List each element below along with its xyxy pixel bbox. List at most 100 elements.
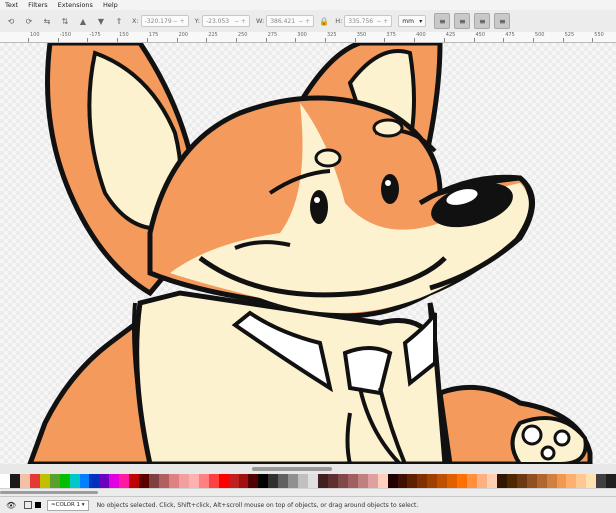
palette-swatch[interactable]: [99, 474, 110, 488]
palette-swatch[interactable]: [327, 474, 338, 488]
palette-swatch[interactable]: [198, 474, 209, 488]
palette-swatch[interactable]: [248, 474, 259, 488]
y-stepper-icon[interactable]: − +: [234, 18, 246, 25]
palette-swatch[interactable]: [69, 474, 80, 488]
palette-swatch[interactable]: [29, 474, 40, 488]
palette-swatch[interactable]: [447, 474, 458, 488]
palette-swatch[interactable]: [576, 474, 587, 488]
palette-scrollbar-thumb[interactable]: [0, 491, 98, 494]
menu-text[interactable]: Text: [0, 1, 23, 9]
h-input[interactable]: 335.756− +: [344, 15, 393, 27]
y-label: Y:: [194, 17, 200, 25]
horizontal-scrollbar[interactable]: [0, 464, 616, 474]
palette-swatch[interactable]: [318, 474, 328, 488]
palette-swatch[interactable]: [159, 474, 169, 488]
palette-swatch[interactable]: [427, 474, 438, 488]
palette-swatch[interactable]: [367, 474, 378, 488]
x-input[interactable]: -320.179− +: [140, 15, 189, 27]
stroke-indicator[interactable]: [35, 502, 41, 508]
w-input[interactable]: 386.421− +: [266, 15, 315, 27]
palette-swatch[interactable]: [298, 474, 309, 488]
palette-swatch[interactable]: [49, 474, 60, 488]
palette-swatch[interactable]: [566, 474, 577, 488]
palette-swatch[interactable]: [119, 474, 130, 488]
palette-swatch[interactable]: [516, 474, 527, 488]
h-stepper-icon[interactable]: − +: [376, 18, 388, 25]
y-input[interactable]: -23.053 − +: [201, 15, 250, 27]
flip-vertical-icon[interactable]: ⇅: [58, 14, 72, 28]
rotate-ccw-icon[interactable]: ⟲: [4, 14, 18, 28]
palette-swatch[interactable]: [149, 474, 159, 488]
palette-swatch[interactable]: [387, 474, 398, 488]
raise-top-icon[interactable]: ⇑: [112, 14, 126, 28]
palette-swatch[interactable]: [129, 474, 140, 488]
x-stepper-icon[interactable]: − +: [173, 18, 185, 25]
menu-help[interactable]: Help: [98, 1, 123, 9]
palette-swatch[interactable]: [556, 474, 567, 488]
palette-swatch[interactable]: [268, 474, 279, 488]
palette-swatch[interactable]: [586, 474, 597, 488]
lower-icon[interactable]: ▼: [94, 14, 108, 28]
palette-swatch[interactable]: [477, 474, 487, 488]
palette-swatch[interactable]: [347, 474, 358, 488]
eye-icon[interactable]: 👁: [6, 501, 20, 510]
palette-swatch[interactable]: [168, 474, 179, 488]
palette-swatch[interactable]: [218, 474, 229, 488]
palette-swatch[interactable]: [178, 474, 189, 488]
palette-swatch[interactable]: [397, 474, 408, 488]
palette-swatch[interactable]: [79, 474, 90, 488]
palette-swatch[interactable]: [238, 474, 249, 488]
palette-swatch[interactable]: [288, 474, 299, 488]
palette-swatch[interactable]: [139, 474, 150, 488]
menu-extensions[interactable]: Extensions: [53, 1, 98, 9]
palette-swatch[interactable]: [59, 474, 70, 488]
palette-swatch[interactable]: [377, 474, 388, 488]
scrollbar-thumb[interactable]: [252, 467, 332, 471]
palette-swatch[interactable]: [407, 474, 418, 488]
align-right-icon[interactable]: ≡: [474, 13, 491, 29]
lock-icon[interactable]: 🔒: [319, 15, 329, 27]
rotate-cw-icon[interactable]: ⟳: [22, 14, 36, 28]
menu-filters[interactable]: Filters: [23, 1, 52, 9]
palette-swatch[interactable]: [89, 474, 100, 488]
horizontal-ruler[interactable]: 100 -150 -175 150 175 200 225 250 275 300 325 350 37…: [0, 32, 616, 43]
align-justify-icon[interactable]: ≡: [494, 13, 511, 29]
palette-swatch[interactable]: [208, 474, 219, 488]
palette-swatch[interactable]: [19, 474, 30, 488]
palette-swatch[interactable]: [188, 474, 199, 488]
raise-icon[interactable]: ▲: [76, 14, 90, 28]
palette-swatch[interactable]: [417, 474, 428, 488]
corgi-illustration: [27, 43, 593, 464]
palette-swatch[interactable]: [258, 474, 269, 488]
x-value: -320.179: [144, 17, 172, 25]
unit-select[interactable]: mm ▾: [398, 15, 427, 27]
palette-swatch[interactable]: [596, 474, 607, 488]
palette-swatch[interactable]: [278, 474, 289, 488]
palette-swatch[interactable]: [228, 474, 239, 488]
palette-swatch[interactable]: [467, 474, 477, 488]
palette-swatch[interactable]: [496, 474, 507, 488]
palette-swatch[interactable]: [486, 474, 497, 488]
palette-swatch[interactable]: [526, 474, 537, 488]
drawing-canvas[interactable]: [0, 43, 616, 464]
palette-swatch[interactable]: [39, 474, 50, 488]
palette-swatch[interactable]: [0, 474, 10, 488]
flip-horizontal-icon[interactable]: ⇆: [40, 14, 54, 28]
palette-swatch[interactable]: [536, 474, 547, 488]
palette-swatch[interactable]: [337, 474, 348, 488]
palette-swatch[interactable]: [109, 474, 120, 488]
align-left-icon[interactable]: ≡: [434, 13, 451, 29]
palette-swatch[interactable]: [308, 474, 318, 488]
color-select[interactable]: ≈COLOR 1 ▾: [47, 499, 89, 511]
palette-swatch[interactable]: [9, 474, 20, 488]
w-stepper-icon[interactable]: − +: [298, 18, 310, 25]
palette-swatch[interactable]: [506, 474, 517, 488]
palette-swatch[interactable]: [437, 474, 448, 488]
palette-swatch[interactable]: [546, 474, 557, 488]
palette-swatch[interactable]: [457, 474, 468, 488]
ruler-tick: [503, 38, 505, 42]
align-center-icon[interactable]: ≡: [454, 13, 471, 29]
palette-swatch[interactable]: [357, 474, 368, 488]
fill-indicator[interactable]: [24, 501, 32, 509]
palette-swatch[interactable]: [606, 474, 616, 488]
